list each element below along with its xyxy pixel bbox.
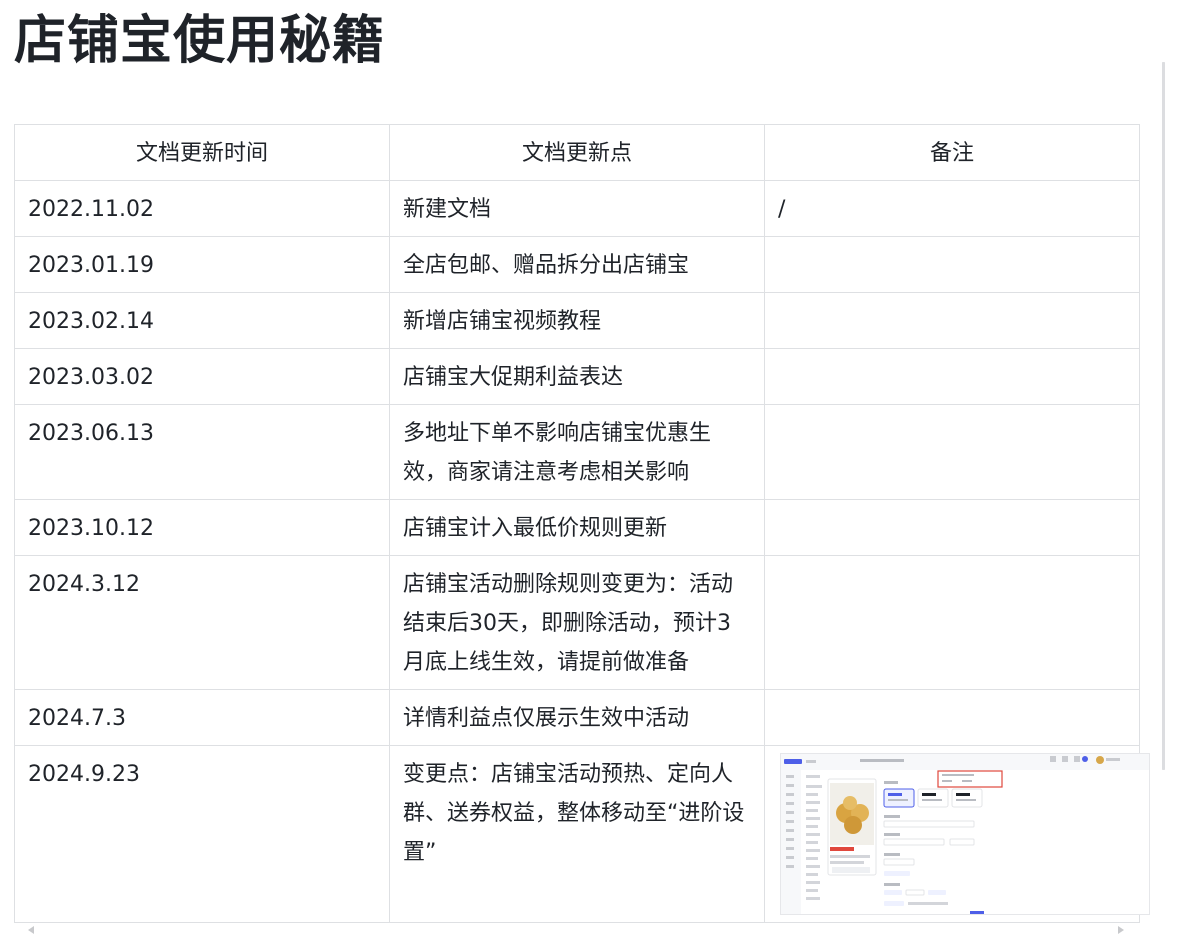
cell-point: 店铺宝大促期利益表达 [389, 348, 765, 405]
cell-note [764, 499, 1140, 556]
cell-time: 2023.01.19 [14, 236, 390, 293]
table-row: 2023.06.13 多地址下单不影响店铺宝优惠生效，商家请注意考虑相关影响 [14, 404, 1140, 500]
cell-point: 新建文档 [389, 180, 765, 237]
table-row: 2024.9.23 变更点：店铺宝活动预热、定向人群、送券权益，整体移动至“进阶… [14, 745, 1150, 923]
cell-time: 2023.06.13 [14, 404, 390, 500]
table-row: 2024.7.3 详情利益点仅展示生效中活动 [14, 689, 1140, 746]
scroll-left-arrow-icon[interactable] [28, 926, 34, 934]
vertical-scrollbar-thumb[interactable] [1162, 62, 1165, 770]
scroll-right-arrow-icon[interactable] [1118, 926, 1124, 934]
cell-time: 2022.11.02 [14, 180, 390, 237]
cell-point: 变更点：店铺宝活动预热、定向人群、送券权益，整体移动至“进阶设置” [389, 745, 765, 923]
cell-note [764, 689, 1140, 746]
cell-point: 全店包邮、赠品拆分出店铺宝 [389, 236, 765, 293]
table-row: 2022.11.02 新建文档 / [14, 180, 1140, 237]
cell-note [764, 348, 1140, 405]
changelog-table-wrapper: 文档更新时间 文档更新点 备注 2022.11.02 新建文档 / 2023.0… [14, 124, 1150, 923]
page-title: 店铺宝使用秘籍 [14, 11, 386, 71]
header-update-point: 文档更新点 [389, 124, 765, 181]
table-row: 2023.01.19 全店包邮、赠品拆分出店铺宝 [14, 236, 1140, 293]
cell-point: 多地址下单不影响店铺宝优惠生效，商家请注意考虑相关影响 [389, 404, 765, 500]
cell-time: 2023.02.14 [14, 292, 390, 349]
cell-time: 2024.3.12 [14, 555, 390, 690]
header-note: 备注 [764, 124, 1140, 181]
table-header-row: 文档更新时间 文档更新点 备注 [14, 124, 1140, 181]
cell-note-image [764, 745, 1150, 923]
cell-point: 详情利益点仅展示生效中活动 [389, 689, 765, 746]
cell-note [764, 404, 1140, 500]
table-row: 2023.02.14 新增店铺宝视频教程 [14, 292, 1140, 349]
cell-time: 2024.9.23 [14, 745, 390, 923]
header-update-time: 文档更新时间 [14, 124, 390, 181]
cell-point: 店铺宝活动删除规则变更为：活动结束后30天，即删除活动，预计3月底上线生效，请提… [389, 555, 765, 690]
table-row: 2023.10.12 店铺宝计入最低价规则更新 [14, 499, 1140, 556]
cell-point: 新增店铺宝视频教程 [389, 292, 765, 349]
table-row: 2024.3.12 店铺宝活动删除规则变更为：活动结束后30天，即删除活动，预计… [14, 555, 1140, 690]
cell-time: 2024.7.3 [14, 689, 390, 746]
cell-time: 2023.10.12 [14, 499, 390, 556]
table-row: 2023.03.02 店铺宝大促期利益表达 [14, 348, 1140, 405]
cell-note [764, 292, 1140, 349]
cell-note [764, 236, 1140, 293]
cell-time: 2023.03.02 [14, 348, 390, 405]
cell-point: 店铺宝计入最低价规则更新 [389, 499, 765, 556]
changelog-table: 文档更新时间 文档更新点 备注 2022.11.02 新建文档 / 2023.0… [14, 124, 1150, 923]
cell-note [764, 555, 1140, 690]
screenshot-thumbnail[interactable] [780, 753, 1150, 915]
cell-note: / [764, 180, 1140, 237]
